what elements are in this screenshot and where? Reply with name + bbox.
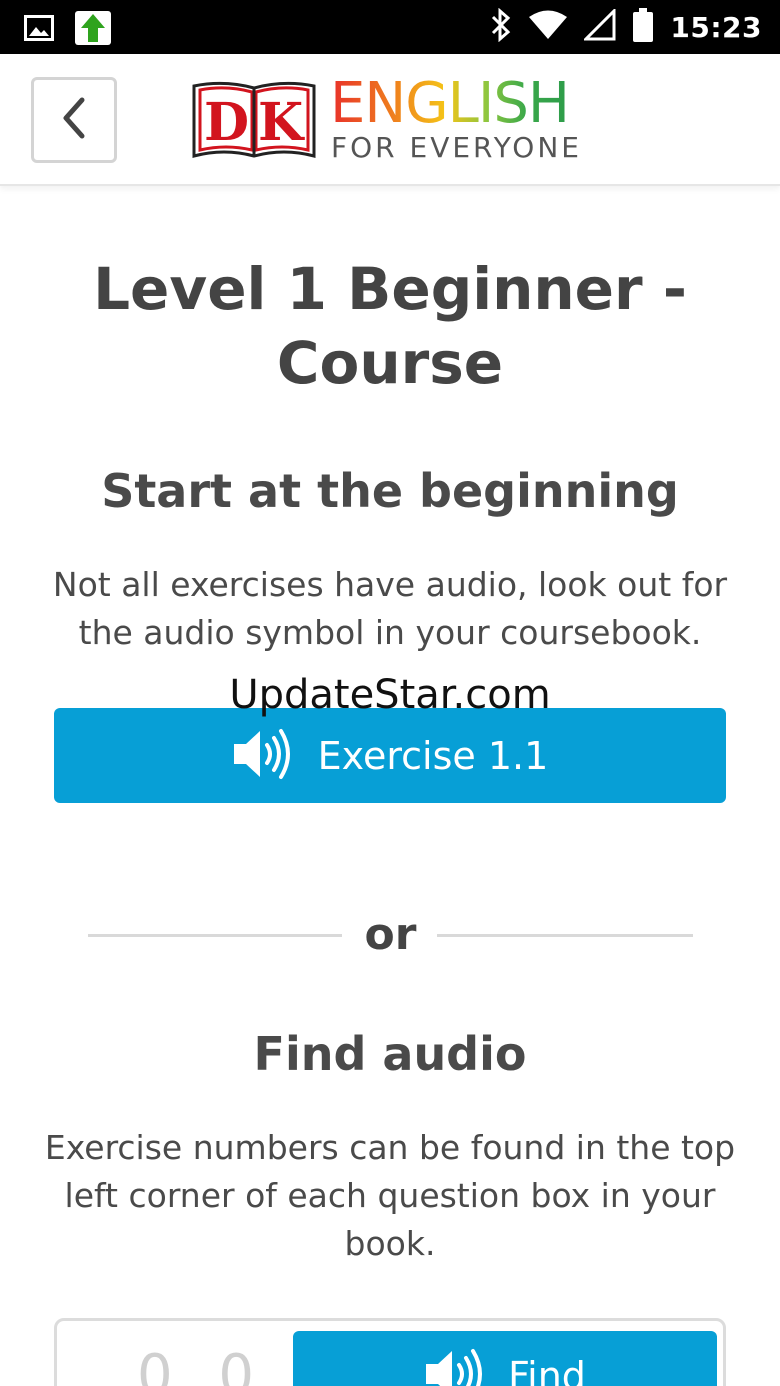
- svg-text:K: K: [258, 92, 305, 153]
- find-audio-form: 0.0 Find: [54, 1318, 726, 1386]
- back-button[interactable]: [31, 77, 117, 163]
- find-heading: Find audio: [253, 1027, 527, 1081]
- clock: 15:23: [670, 10, 762, 44]
- exercise-number-input[interactable]: 0.0: [137, 1343, 268, 1386]
- dk-book-logo: D K: [190, 78, 318, 166]
- dk-english-logo: D K ENGLISH FOR EVERYONE: [190, 71, 590, 166]
- page-title: Level 1 Beginner - Course: [93, 255, 687, 397]
- or-separator: or: [88, 905, 693, 965]
- chevron-left-icon: [60, 97, 88, 143]
- battery-icon: [632, 8, 654, 46]
- app-header: D K ENGLISH FOR EVERYONE: [0, 54, 780, 186]
- exercise-button[interactable]: Exercise 1.1: [54, 708, 726, 803]
- exercise-button-label: Exercise 1.1: [317, 733, 549, 778]
- logo-english-word: ENGLISH: [330, 71, 570, 136]
- speaker-icon: [424, 1346, 484, 1386]
- find-button-label: Find: [508, 1354, 586, 1386]
- start-heading: Start at the beginning: [101, 464, 679, 518]
- find-button[interactable]: Find: [293, 1331, 717, 1386]
- cell-signal-icon: [582, 7, 616, 45]
- status-bar: 15:23: [0, 0, 780, 54]
- watermark: UpdateStar.com: [229, 672, 551, 718]
- image-icon: [24, 15, 54, 45]
- start-description: Not all exercises have audio, look out f…: [52, 565, 728, 652]
- find-description: Exercise numbers can be found in the top…: [44, 1128, 736, 1263]
- wifi-icon: [528, 10, 568, 44]
- bluetooth-icon: [490, 7, 512, 46]
- svg-text:D: D: [204, 92, 249, 153]
- speaker-icon: [232, 726, 292, 786]
- logo-subtitle: FOR EVERYONE: [331, 131, 582, 164]
- separator-text: or: [364, 909, 417, 960]
- upload-arrow-icon: [74, 10, 112, 50]
